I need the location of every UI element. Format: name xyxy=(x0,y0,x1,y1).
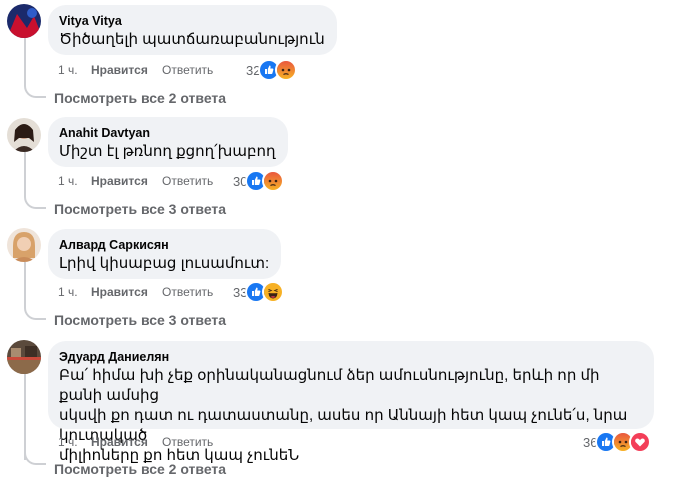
comment-text: Ծիծաղելի պատճառաբանություն xyxy=(59,31,325,48)
reaction-summary[interactable]: 33 xyxy=(233,281,285,303)
comment-text: Միշտ էլ թռնող քցող՛խաբող xyxy=(59,143,276,160)
comment-text: Լրիվ կիսաբաց լուսամուտ: xyxy=(59,255,270,272)
haha-icon xyxy=(262,281,285,303)
avatar[interactable] xyxy=(7,118,41,152)
thread-elbow xyxy=(24,84,46,98)
thread-elbow xyxy=(24,306,46,320)
comment-author[interactable]: Эдуард Даниелян xyxy=(59,349,642,365)
thread-line xyxy=(24,36,26,84)
reaction-summary[interactable]: 36 xyxy=(583,431,652,453)
like-button[interactable]: Нравится xyxy=(91,284,148,300)
reaction-summary[interactable]: 30 xyxy=(233,170,285,192)
reply-button[interactable]: Ответить xyxy=(162,284,213,300)
view-replies-link[interactable]: Посмотреть все 3 ответа xyxy=(54,311,226,329)
comment-time[interactable]: 1 ч. xyxy=(58,284,78,300)
thread-line xyxy=(24,374,26,460)
comment-author[interactable]: Алвард Саркисян xyxy=(59,237,269,253)
thread-line xyxy=(24,150,26,195)
view-replies-link[interactable]: Посмотреть все 3 ответа xyxy=(54,200,226,218)
reply-button[interactable]: Ответить xyxy=(162,173,213,189)
comment-bubble: Эдуард Даниелян Բա՛ հիմա խի չեք օրինական… xyxy=(48,341,654,464)
view-replies-link[interactable]: Посмотреть все 2 ответа xyxy=(54,89,226,107)
like-button[interactable]: Нравится xyxy=(91,62,148,78)
comment-time[interactable]: 1 ч. xyxy=(58,62,78,78)
comment-bubble: Vitya Vitya Ծիծաղելի պատճառաբանություն xyxy=(48,5,337,55)
comment-time[interactable]: 1 ч. xyxy=(58,434,78,450)
like-button[interactable]: Нравится xyxy=(91,434,148,450)
comment-time[interactable]: 1 ч. xyxy=(58,173,78,189)
comment-text: Բա՛ հիմա խի չեք օրինականացնում ձեր ամուս… xyxy=(59,366,642,466)
avatar[interactable] xyxy=(7,228,41,262)
comment-bubble: Алвард Саркисян Լրիվ կիսաբաց լուսամուտ: xyxy=(48,229,282,279)
thread-line xyxy=(24,262,26,306)
avatar[interactable] xyxy=(7,340,41,374)
avatar[interactable] xyxy=(7,4,41,38)
reply-button[interactable]: Ответить xyxy=(162,434,213,450)
thread-elbow xyxy=(24,195,46,209)
comment-bubble: Anahit Davtyan Միշտ էլ թռնող քցող՛խաբող xyxy=(48,117,288,167)
thread-elbow xyxy=(24,451,46,465)
reaction-summary[interactable]: 32 xyxy=(246,59,298,81)
comment-author[interactable]: Anahit Davtyan xyxy=(59,125,276,141)
angry-icon xyxy=(262,170,285,192)
comment-text-line: Բա՛ հիմա խի չեք օրինականացնում ձեր ամուս… xyxy=(59,367,600,404)
reply-button[interactable]: Ответить xyxy=(162,62,213,78)
love-icon xyxy=(629,431,652,453)
angry-icon xyxy=(275,59,298,81)
comment-author[interactable]: Vitya Vitya xyxy=(59,13,325,29)
view-replies-link[interactable]: Посмотреть все 2 ответа xyxy=(54,460,226,478)
like-button[interactable]: Нравится xyxy=(91,173,148,189)
